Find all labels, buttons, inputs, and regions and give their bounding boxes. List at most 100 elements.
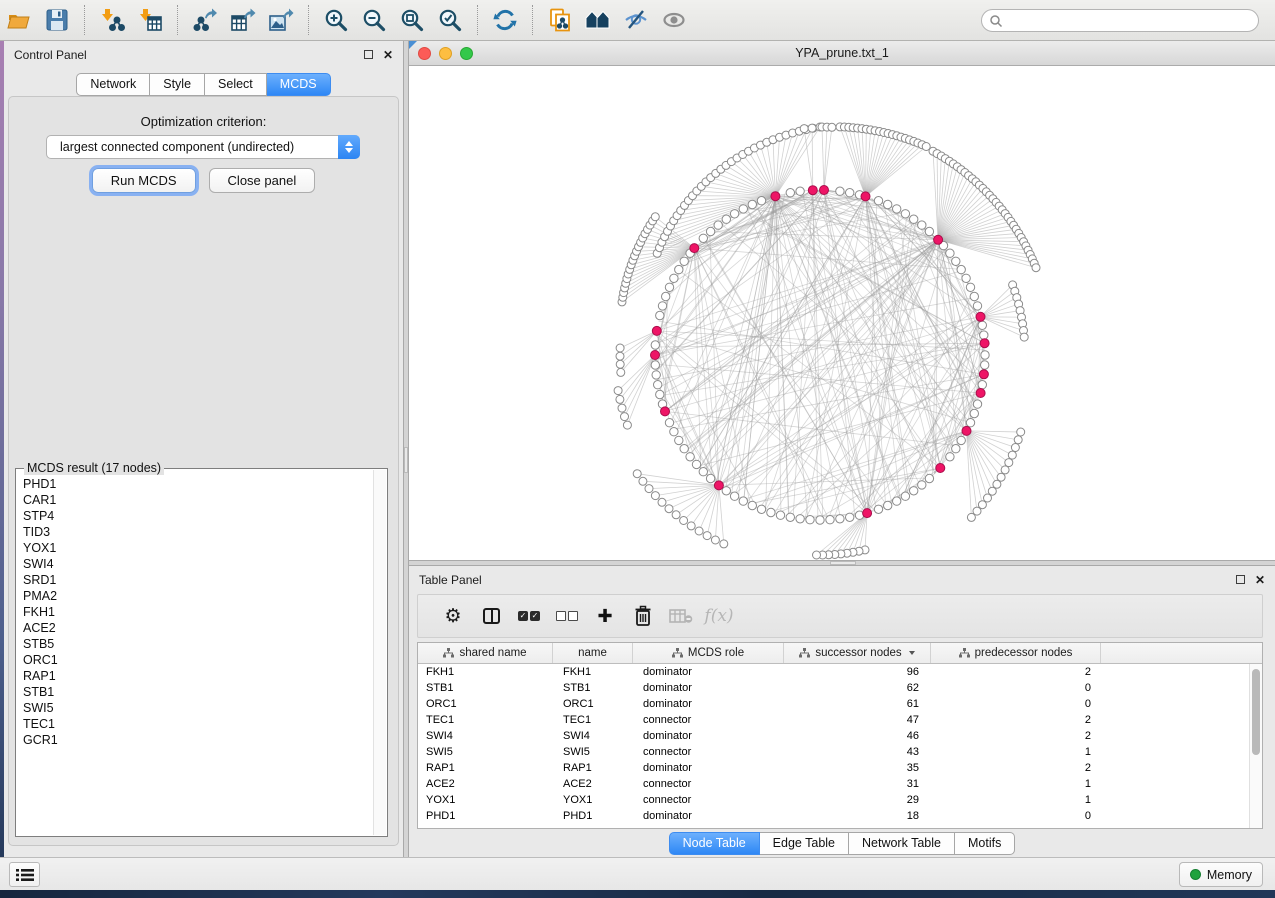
column-header-successor-nodes[interactable]: successor nodes bbox=[784, 643, 931, 663]
show-all-button[interactable] bbox=[655, 3, 693, 37]
table-cell[interactable]: STB1 bbox=[553, 682, 633, 694]
task-history-button[interactable] bbox=[9, 862, 40, 887]
hide-selected-button[interactable] bbox=[617, 3, 655, 37]
table-row[interactable]: STB1STB1dominator620 bbox=[418, 680, 1249, 696]
close-panel-icon[interactable]: ✕ bbox=[1255, 575, 1265, 585]
table-cell[interactable]: 0 bbox=[931, 810, 1101, 822]
result-node-item[interactable]: STB5 bbox=[23, 636, 373, 652]
optimization-criterion-select[interactable]: largest connected component (undirected) bbox=[46, 135, 360, 159]
table-cell[interactable]: SWI5 bbox=[553, 746, 633, 758]
table-cell[interactable]: dominator bbox=[633, 810, 784, 822]
result-node-item[interactable]: SWI5 bbox=[23, 700, 373, 716]
mcds-result-scrollbar[interactable] bbox=[373, 470, 386, 835]
table-cell[interactable]: ACE2 bbox=[553, 778, 633, 790]
float-panel-icon[interactable] bbox=[1236, 575, 1245, 584]
result-node-item[interactable]: STB1 bbox=[23, 684, 373, 700]
delete-columns-button[interactable] bbox=[624, 598, 662, 634]
export-table-button[interactable] bbox=[224, 3, 262, 37]
tab-edge-table[interactable]: Edge Table bbox=[760, 832, 849, 855]
table-cell[interactable]: 47 bbox=[784, 714, 931, 726]
table-cell[interactable]: connector bbox=[633, 746, 784, 758]
tab-style[interactable]: Style bbox=[150, 73, 205, 96]
zoom-in-button[interactable] bbox=[317, 3, 355, 37]
table-cell[interactable]: 2 bbox=[931, 714, 1101, 726]
minimize-window-icon[interactable] bbox=[439, 47, 452, 60]
tab-mcds[interactable]: MCDS bbox=[267, 73, 331, 96]
run-mcds-button[interactable]: Run MCDS bbox=[92, 168, 196, 193]
result-node-item[interactable]: ACE2 bbox=[23, 620, 373, 636]
column-header-shared-name[interactable]: shared name bbox=[418, 643, 553, 663]
table-cell[interactable]: dominator bbox=[633, 698, 784, 710]
add-column-button[interactable]: ✚ bbox=[586, 598, 624, 634]
table-cell[interactable]: 61 bbox=[784, 698, 931, 710]
table-row[interactable]: SWI5SWI5connector431 bbox=[418, 744, 1249, 760]
table-cell[interactable]: PHD1 bbox=[418, 810, 553, 822]
column-header-name[interactable]: name bbox=[553, 643, 633, 663]
table-cell[interactable]: FKH1 bbox=[418, 666, 553, 678]
result-node-item[interactable]: ORC1 bbox=[23, 652, 373, 668]
table-row[interactable]: SWI4SWI4dominator462 bbox=[418, 728, 1249, 744]
import-table-button[interactable] bbox=[131, 3, 169, 37]
table-row[interactable]: PHD1PHD1dominator180 bbox=[418, 808, 1249, 824]
table-cell[interactable]: PHD1 bbox=[553, 810, 633, 822]
table-row[interactable]: ORC1ORC1dominator610 bbox=[418, 696, 1249, 712]
table-cell[interactable]: SWI5 bbox=[418, 746, 553, 758]
tab-node-table[interactable]: Node Table bbox=[669, 832, 760, 855]
result-node-item[interactable]: PMA2 bbox=[23, 588, 373, 604]
table-cell[interactable]: TEC1 bbox=[418, 714, 553, 726]
table-cell[interactable]: 46 bbox=[784, 730, 931, 742]
table-cell[interactable]: 96 bbox=[784, 666, 931, 678]
table-cell[interactable]: ORC1 bbox=[418, 698, 553, 710]
maximize-window-icon[interactable] bbox=[460, 47, 473, 60]
table-cell[interactable]: dominator bbox=[633, 666, 784, 678]
result-node-item[interactable]: PHD1 bbox=[23, 476, 373, 492]
table-scrollbar-thumb[interactable] bbox=[1252, 669, 1260, 755]
close-panel-button[interactable]: Close panel bbox=[209, 168, 316, 193]
splitter-grip[interactable] bbox=[404, 447, 408, 473]
tab-network-table[interactable]: Network Table bbox=[849, 832, 955, 855]
first-neighbors-button[interactable] bbox=[579, 3, 617, 37]
table-cell[interactable]: connector bbox=[633, 794, 784, 806]
table-cell[interactable]: SWI4 bbox=[553, 730, 633, 742]
table-scrollbar[interactable] bbox=[1249, 664, 1262, 828]
table-cell[interactable]: YOX1 bbox=[418, 794, 553, 806]
new-network-from-selection-button[interactable] bbox=[541, 3, 579, 37]
result-node-item[interactable]: STP4 bbox=[23, 508, 373, 524]
select-all-rows-button[interactable]: ✓✓ bbox=[510, 598, 548, 634]
table-row[interactable]: RAP1RAP1dominator352 bbox=[418, 760, 1249, 776]
table-cell[interactable]: connector bbox=[633, 714, 784, 726]
result-node-item[interactable]: GCR1 bbox=[23, 732, 373, 748]
network-graph[interactable] bbox=[409, 66, 1275, 560]
table-row[interactable]: FKH1FKH1dominator962 bbox=[418, 664, 1249, 680]
column-header-MCDS-role[interactable]: MCDS role bbox=[633, 643, 784, 663]
result-node-item[interactable]: RAP1 bbox=[23, 668, 373, 684]
table-cell[interactable]: 31 bbox=[784, 778, 931, 790]
result-node-item[interactable]: YOX1 bbox=[23, 540, 373, 556]
table-cell[interactable]: dominator bbox=[633, 730, 784, 742]
result-node-item[interactable]: SRD1 bbox=[23, 572, 373, 588]
search-input[interactable] bbox=[1003, 14, 1258, 28]
table-cell[interactable]: 1 bbox=[931, 778, 1101, 790]
table-settings-button[interactable]: ⚙ bbox=[434, 598, 472, 634]
table-cell[interactable]: 18 bbox=[784, 810, 931, 822]
network-window-titlebar[interactable]: YPA_prune.txt_1 bbox=[409, 41, 1275, 66]
zoom-out-button[interactable] bbox=[355, 3, 393, 37]
result-node-item[interactable]: FKH1 bbox=[23, 604, 373, 620]
table-cell[interactable]: 62 bbox=[784, 682, 931, 694]
table-cell[interactable]: 43 bbox=[784, 746, 931, 758]
table-cell[interactable]: YOX1 bbox=[553, 794, 633, 806]
table-cell[interactable]: RAP1 bbox=[418, 762, 553, 774]
table-cell[interactable]: dominator bbox=[633, 682, 784, 694]
table-row[interactable]: ACE2ACE2connector311 bbox=[418, 776, 1249, 792]
close-window-icon[interactable] bbox=[418, 47, 431, 60]
tab-select[interactable]: Select bbox=[205, 73, 267, 96]
result-node-item[interactable]: CAR1 bbox=[23, 492, 373, 508]
refresh-button[interactable] bbox=[486, 3, 524, 37]
table-cell[interactable]: TEC1 bbox=[553, 714, 633, 726]
table-cell[interactable]: dominator bbox=[633, 762, 784, 774]
table-cell[interactable]: 2 bbox=[931, 730, 1101, 742]
select-stepper-icon[interactable] bbox=[338, 135, 360, 159]
export-network-button[interactable] bbox=[186, 3, 224, 37]
deselect-all-rows-button[interactable] bbox=[548, 598, 586, 634]
table-cell[interactable]: 2 bbox=[931, 666, 1101, 678]
